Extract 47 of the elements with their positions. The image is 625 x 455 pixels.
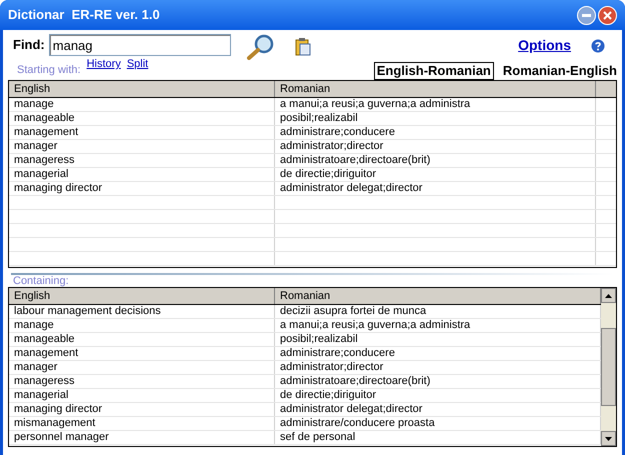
direction-tab[interactable]: English-Romanian xyxy=(374,62,494,80)
table-cell: administratoare;directoare(brit) xyxy=(275,154,596,167)
table-cell: manage xyxy=(9,98,275,111)
close-icon xyxy=(603,10,612,20)
table-cell: manager xyxy=(9,361,275,374)
starting-with-label: Starting with: xyxy=(17,63,81,78)
link[interactable]: Split xyxy=(126,56,148,72)
table-cell: manageress xyxy=(9,154,275,167)
table-cell: de directie;diriguitor xyxy=(275,168,596,181)
column-header[interactable]: English xyxy=(9,288,275,304)
table-cell: manageress xyxy=(9,375,275,388)
table-cell: administrator delegat;director xyxy=(275,182,596,195)
column-header[interactable]: Romanian xyxy=(275,81,596,97)
table-cell: manager xyxy=(9,140,275,153)
table-cell: managing director xyxy=(9,182,275,195)
table-cell: labour management decisions xyxy=(9,305,275,318)
containing-label: Containing: xyxy=(13,275,70,287)
up-arrow-icon xyxy=(605,294,612,298)
clipboard-icon[interactable] xyxy=(294,38,311,56)
column-header[interactable]: English xyxy=(9,81,275,97)
table-cell: managing director xyxy=(9,403,275,416)
search-icon[interactable] xyxy=(244,34,275,60)
table-cell: manageable xyxy=(9,112,275,125)
table-cell: mismanagement xyxy=(9,417,275,430)
table-cell: administrator;director xyxy=(275,140,596,153)
table-cell: manageable xyxy=(9,333,275,346)
table-cell: administrare;conducere xyxy=(275,126,596,139)
table-cell: management xyxy=(9,126,275,139)
link[interactable]: History xyxy=(86,56,121,72)
minimize-button[interactable] xyxy=(577,6,596,24)
down-arrow-icon xyxy=(605,436,612,440)
options-link[interactable]: Options xyxy=(518,35,571,56)
minimize-icon xyxy=(582,14,591,16)
direction-tab[interactable]: Romanian-English xyxy=(500,62,620,80)
table-cell: personnel manager xyxy=(9,431,275,444)
table-cell: management xyxy=(9,347,275,360)
window-title: Dictionar ER-RE ver. 1.0 xyxy=(8,6,160,24)
table-cell: manage xyxy=(9,319,275,332)
table-cell: posibil;realizabil xyxy=(275,112,596,125)
find-field[interactable]: manag xyxy=(48,34,231,56)
help-icon[interactable] xyxy=(591,38,605,52)
find-label: Find: xyxy=(13,36,45,54)
table-cell: a manui;a reusi;a guverna;a administra xyxy=(275,98,596,111)
close-button[interactable] xyxy=(598,6,617,24)
scrollbar[interactable] xyxy=(601,288,616,446)
table-cell: managerial xyxy=(9,168,275,181)
table-cell: managerial xyxy=(9,389,275,402)
